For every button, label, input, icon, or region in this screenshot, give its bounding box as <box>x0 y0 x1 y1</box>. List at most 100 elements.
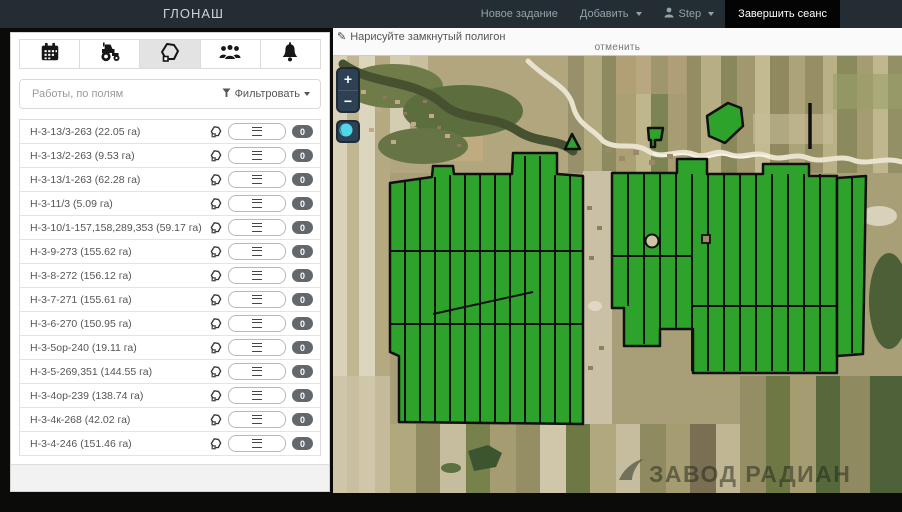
hamburger-icon <box>252 319 262 328</box>
chevron-down-icon <box>636 12 642 16</box>
show-polygon-button[interactable] <box>209 269 223 282</box>
field-row[interactable]: Н-3-9-273 (155.62 га) 0 <box>20 240 320 264</box>
row-menu-button[interactable] <box>228 315 286 332</box>
field-row[interactable]: Н-3-8-272 (156.12 га) 0 <box>20 264 320 288</box>
field-row[interactable]: Н-3-6-270 (150.95 га) 0 <box>20 312 320 336</box>
show-polygon-button[interactable] <box>209 245 223 258</box>
row-menu-button[interactable] <box>228 363 286 380</box>
map-canvas[interactable]: ЗАВОД РАДИАН <box>333 56 902 493</box>
tractor-icon <box>98 41 122 68</box>
field-row[interactable]: Н-3-13/2-263 (9.53 га) 0 <box>20 144 320 168</box>
show-polygon-button[interactable] <box>209 389 223 402</box>
show-polygon-button[interactable] <box>209 293 223 306</box>
hamburger-icon <box>252 151 262 160</box>
field-row[interactable]: Н-3-5-269,351 (144.55 га) 0 <box>20 360 320 384</box>
filter-funnel-icon <box>222 88 231 101</box>
tab-machinery[interactable] <box>80 40 140 68</box>
tasks-count-badge: 0 <box>292 221 313 234</box>
user-dropdown[interactable]: Step <box>653 0 726 28</box>
new-task-button[interactable]: Новое задание <box>470 0 569 28</box>
field-row[interactable]: Н-3-11/3 (5.09 га) 0 <box>20 192 320 216</box>
watermark: ЗАВОД РАДИАН <box>619 459 851 487</box>
top-navbar: ГЛОНАШ Новое задание Добавить Step Завер… <box>0 0 902 28</box>
show-polygon-button[interactable] <box>209 149 223 162</box>
search-panel: Фильтровать <box>19 79 321 109</box>
field-row[interactable]: Н-3-4-246 (151.46 га) 0 <box>20 432 320 456</box>
field-row[interactable]: Н-3-4ор-239 (138.74 га) 0 <box>20 384 320 408</box>
hamburger-icon <box>252 391 262 400</box>
draw-polygon-tool[interactable] <box>336 120 360 143</box>
bell-icon <box>279 41 301 68</box>
zoom-out-button[interactable]: − <box>338 91 358 112</box>
show-polygon-button[interactable] <box>209 221 223 234</box>
tasks-count-badge: 0 <box>292 437 313 450</box>
row-menu-button[interactable] <box>228 291 286 308</box>
hamburger-icon <box>252 367 262 376</box>
hamburger-icon <box>252 295 262 304</box>
field-label: Н-3-4к-268 (42.02 га) <box>30 414 209 426</box>
search-input[interactable] <box>30 87 222 101</box>
users-icon <box>218 41 242 68</box>
tasks-count-badge: 0 <box>292 413 313 426</box>
filter-button[interactable]: Фильтровать <box>222 88 310 101</box>
field-row[interactable]: Н-3-10/1-157,158,289,353 (59.17 га) 0 <box>20 216 320 240</box>
zoom-in-button[interactable]: + <box>338 69 358 91</box>
satellite-map[interactable]: ЗАВОД РАДИАН + − <box>333 56 902 493</box>
row-menu-button[interactable] <box>228 339 286 356</box>
navbar-menu: Новое задание Добавить Step Завершить се… <box>470 0 840 28</box>
add-dropdown[interactable]: Добавить <box>569 0 653 28</box>
row-menu-button[interactable] <box>228 411 286 428</box>
show-polygon-button[interactable] <box>209 437 223 450</box>
field-label: Н-3-13/3-263 (22.05 га) <box>30 126 209 138</box>
row-menu-button[interactable] <box>228 243 286 260</box>
chevron-down-icon <box>304 92 310 96</box>
field-label: Н-3-8-272 (156.12 га) <box>30 270 209 282</box>
row-menu-button[interactable] <box>228 267 286 284</box>
tab-people[interactable] <box>201 40 261 68</box>
tasks-count-badge: 0 <box>292 293 313 306</box>
calendar-icon <box>39 41 61 68</box>
row-menu-button[interactable] <box>228 387 286 404</box>
row-menu-button[interactable] <box>228 171 286 188</box>
field-label: Н-3-5-269,351 (144.55 га) <box>30 366 209 378</box>
tab-fields[interactable] <box>140 40 200 68</box>
map-zoom-control: + − <box>336 67 360 113</box>
app-brand: ГЛОНАШ <box>163 0 224 28</box>
cancel-draw-button[interactable]: отменить <box>333 42 902 53</box>
field-row[interactable]: Н-3-4к-268 (42.02 га) 0 <box>20 408 320 432</box>
hamburger-icon <box>252 127 262 136</box>
tasks-count-badge: 0 <box>292 125 313 138</box>
show-polygon-button[interactable] <box>209 125 223 138</box>
row-menu-button[interactable] <box>228 219 286 236</box>
polygon-icon <box>158 41 182 68</box>
field-label: Н-3-6-270 (150.95 га) <box>30 318 209 330</box>
field-label: Н-3-4ор-239 (138.74 га) <box>30 390 209 402</box>
field-row[interactable]: Н-3-13/1-263 (62.28 га) 0 <box>20 168 320 192</box>
hamburger-icon <box>252 175 262 184</box>
row-menu-button[interactable] <box>228 123 286 140</box>
show-polygon-button[interactable] <box>209 317 223 330</box>
watermark-text: ЗАВОД РАДИАН <box>649 461 851 487</box>
field-row[interactable]: Н-3-13/3-263 (22.05 га) 0 <box>20 120 320 144</box>
show-polygon-button[interactable] <box>209 197 223 210</box>
row-menu-button[interactable] <box>228 195 286 212</box>
sidebar-panel: Фильтровать Н-3-13/3-263 (22.05 га) 0 <box>10 32 330 492</box>
map-toolbar: ✎ Нарисуйте замкнутый полигон отменить <box>333 28 902 56</box>
tab-notifications[interactable] <box>261 40 320 68</box>
show-polygon-button[interactable] <box>209 173 223 186</box>
end-session-button[interactable]: Завершить сеанс <box>725 0 840 28</box>
tasks-count-badge: 0 <box>292 149 313 162</box>
tasks-count-badge: 0 <box>292 317 313 330</box>
field-label: Н-3-4-246 (151.46 га) <box>30 438 209 450</box>
hamburger-icon <box>252 343 262 352</box>
tasks-count-badge: 0 <box>292 341 313 354</box>
show-polygon-button[interactable] <box>209 341 223 354</box>
hamburger-icon <box>252 271 262 280</box>
row-menu-button[interactable] <box>228 435 286 452</box>
field-row[interactable]: Н-3-5ор-240 (19.11 га) 0 <box>20 336 320 360</box>
field-row[interactable]: Н-3-7-271 (155.61 га) 0 <box>20 288 320 312</box>
tab-calendar[interactable] <box>20 40 80 68</box>
show-polygon-button[interactable] <box>209 365 223 378</box>
row-menu-button[interactable] <box>228 147 286 164</box>
show-polygon-button[interactable] <box>209 413 223 426</box>
